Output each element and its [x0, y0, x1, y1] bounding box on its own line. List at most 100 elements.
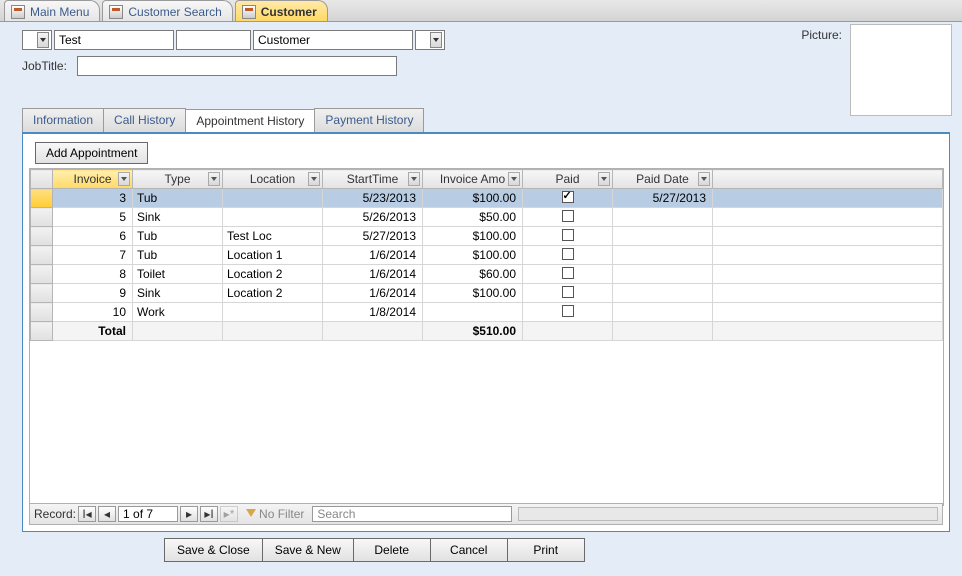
row-selector[interactable]: [31, 284, 53, 303]
col-header-type[interactable]: Type: [133, 170, 223, 189]
chevron-down-icon[interactable]: [308, 172, 320, 186]
cell-invoice[interactable]: 10: [53, 303, 133, 322]
print-button[interactable]: Print: [507, 538, 585, 562]
cell-invoice[interactable]: 5: [53, 208, 133, 227]
nav-new-button[interactable]: ▸*: [220, 506, 238, 522]
cell-paid-date[interactable]: [613, 208, 713, 227]
cell-paid[interactable]: [523, 227, 613, 246]
picture-box[interactable]: [850, 24, 952, 116]
nav-next-button[interactable]: ▸: [180, 506, 198, 522]
cell-location[interactable]: Location 2: [223, 284, 323, 303]
select-all-header[interactable]: [31, 170, 53, 189]
cancel-button[interactable]: Cancel: [430, 538, 508, 562]
cell-paid-date[interactable]: [613, 227, 713, 246]
nav-first-button[interactable]: I◂: [78, 506, 96, 522]
save-close-button[interactable]: Save & Close: [164, 538, 263, 562]
table-row[interactable]: 9SinkLocation 21/6/2014$100.00: [31, 284, 943, 303]
cell-amount[interactable]: $100.00: [423, 246, 523, 265]
add-appointment-button[interactable]: Add Appointment: [35, 142, 148, 164]
nav-position[interactable]: 1 of 7: [118, 506, 178, 522]
middle-name-field[interactable]: [176, 30, 251, 50]
cell-invoice[interactable]: 7: [53, 246, 133, 265]
checkbox-icon[interactable]: [562, 191, 574, 203]
cell-location[interactable]: Location 2: [223, 265, 323, 284]
cell-location[interactable]: [223, 303, 323, 322]
nav-prev-button[interactable]: ◂: [98, 506, 116, 522]
horizontal-scrollbar[interactable]: [518, 507, 938, 521]
table-row[interactable]: 8ToiletLocation 21/6/2014$60.00: [31, 265, 943, 284]
checkbox-icon[interactable]: [562, 267, 574, 279]
cell-amount[interactable]: $100.00: [423, 284, 523, 303]
tab-appointment-history[interactable]: Appointment History: [185, 109, 315, 133]
col-header-paid[interactable]: Paid: [523, 170, 613, 189]
appointment-grid[interactable]: InvoiceTypeLocationStartTimeInvoice AmoP…: [29, 168, 944, 506]
cell-location[interactable]: Test Loc: [223, 227, 323, 246]
cell-invoice[interactable]: 3: [53, 189, 133, 208]
table-row[interactable]: 7TubLocation 11/6/2014$100.00: [31, 246, 943, 265]
col-header-invoice-amo[interactable]: Invoice Amo: [423, 170, 523, 189]
cell-starttime[interactable]: 1/6/2014: [323, 265, 423, 284]
cell-starttime[interactable]: 5/26/2013: [323, 208, 423, 227]
first-name-field[interactable]: Test: [54, 30, 174, 50]
cell-amount[interactable]: $60.00: [423, 265, 523, 284]
row-selector[interactable]: [31, 303, 53, 322]
cell-paid-date[interactable]: [613, 303, 713, 322]
tab-information[interactable]: Information: [22, 108, 104, 132]
table-row[interactable]: 10Work1/8/2014: [31, 303, 943, 322]
cell-starttime[interactable]: 1/6/2014: [323, 246, 423, 265]
last-name-field[interactable]: Customer: [253, 30, 413, 50]
row-selector[interactable]: [31, 246, 53, 265]
tab-payment-history[interactable]: Payment History: [314, 108, 424, 132]
row-selector[interactable]: [31, 227, 53, 246]
col-header-invoice[interactable]: Invoice: [53, 170, 133, 189]
chevron-down-icon[interactable]: [698, 172, 710, 186]
col-header-location[interactable]: Location: [223, 170, 323, 189]
cell-starttime[interactable]: 1/6/2014: [323, 284, 423, 303]
cell-paid[interactable]: [523, 265, 613, 284]
checkbox-icon[interactable]: [562, 305, 574, 317]
cell-location[interactable]: [223, 189, 323, 208]
cell-amount[interactable]: [423, 303, 523, 322]
cell-type[interactable]: Tub: [133, 189, 223, 208]
doc-tab-main-menu[interactable]: Main Menu: [4, 0, 100, 21]
row-selector[interactable]: [31, 189, 53, 208]
chevron-down-icon[interactable]: [118, 172, 130, 186]
checkbox-icon[interactable]: [562, 229, 574, 241]
cell-invoice[interactable]: 8: [53, 265, 133, 284]
row-selector[interactable]: [31, 208, 53, 227]
cell-paid-date[interactable]: 5/27/2013: [613, 189, 713, 208]
cell-paid[interactable]: [523, 246, 613, 265]
doc-tab-customer[interactable]: Customer: [235, 0, 328, 21]
jobtitle-field[interactable]: [77, 56, 397, 76]
delete-button[interactable]: Delete: [353, 538, 431, 562]
checkbox-icon[interactable]: [562, 248, 574, 260]
cell-starttime[interactable]: 5/23/2013: [323, 189, 423, 208]
cell-paid[interactable]: [523, 284, 613, 303]
cell-location[interactable]: [223, 208, 323, 227]
cell-starttime[interactable]: 5/27/2013: [323, 227, 423, 246]
table-row[interactable]: 3Tub 5/23/2013$100.00 5/27/2013: [31, 189, 943, 208]
cell-paid[interactable]: [523, 208, 613, 227]
checkbox-icon[interactable]: [562, 286, 574, 298]
cell-starttime[interactable]: 1/8/2014: [323, 303, 423, 322]
cell-paid-date[interactable]: [613, 284, 713, 303]
tab-call-history[interactable]: Call History: [103, 108, 186, 132]
cell-type[interactable]: Toilet: [133, 265, 223, 284]
cell-type[interactable]: Tub: [133, 246, 223, 265]
chevron-down-icon[interactable]: [408, 172, 420, 186]
title-prefix-combo[interactable]: [22, 30, 52, 50]
cell-type[interactable]: Sink: [133, 208, 223, 227]
cell-amount[interactable]: $100.00: [423, 189, 523, 208]
col-header-starttime[interactable]: StartTime: [323, 170, 423, 189]
row-selector[interactable]: [31, 265, 53, 284]
col-header-paid-date[interactable]: Paid Date: [613, 170, 713, 189]
table-row[interactable]: 6TubTest Loc5/27/2013$100.00: [31, 227, 943, 246]
cell-invoice[interactable]: 6: [53, 227, 133, 246]
cell-amount[interactable]: $100.00: [423, 227, 523, 246]
cell-paid[interactable]: [523, 189, 613, 208]
chevron-down-icon[interactable]: [208, 172, 220, 186]
filter-indicator[interactable]: No Filter: [246, 507, 304, 521]
cell-type[interactable]: Tub: [133, 227, 223, 246]
doc-tab-customer-search[interactable]: Customer Search: [102, 0, 232, 21]
cell-paid[interactable]: [523, 303, 613, 322]
